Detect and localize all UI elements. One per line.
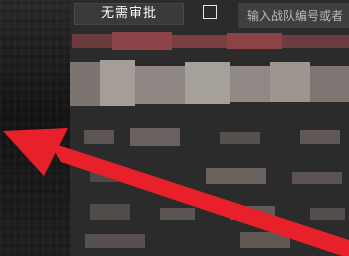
list-row-block [206, 168, 266, 184]
list-header-block [172, 35, 227, 48]
list-row-block [90, 170, 118, 182]
list-header-block [227, 33, 282, 49]
list-header-block [282, 35, 349, 48]
list-row-block [300, 130, 340, 144]
list-header-block [72, 34, 112, 48]
list-row-block [135, 66, 185, 104]
list-row-block [90, 204, 130, 220]
list-row-block [130, 128, 180, 146]
list-row-block [240, 232, 290, 248]
list-row-block [84, 130, 114, 144]
blurred-team-list [70, 32, 349, 256]
team-search-input[interactable] [238, 3, 349, 28]
list-row-block [220, 132, 260, 144]
list-row-block [185, 62, 230, 104]
list-row-block [310, 208, 345, 220]
list-row-block [292, 172, 342, 184]
list-row-block [270, 62, 310, 102]
background-texture [0, 0, 70, 256]
list-header-block [112, 32, 172, 50]
list-row-block [230, 66, 270, 102]
list-row-block [70, 62, 100, 106]
no-approval-checkbox[interactable] [203, 5, 217, 19]
list-row-block [230, 206, 275, 220]
list-row-block [85, 234, 145, 248]
list-row-block [100, 60, 135, 106]
list-row-block [310, 66, 349, 102]
list-row-block [160, 208, 195, 220]
no-approval-button[interactable]: 无需审批 [74, 3, 184, 25]
